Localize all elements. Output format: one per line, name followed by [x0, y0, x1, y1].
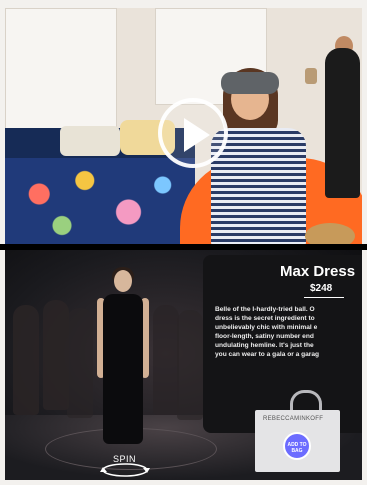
mannequin: [153, 305, 179, 415]
video-player[interactable]: [5, 8, 362, 244]
dress-model[interactable]: [93, 267, 153, 460]
bag-brand-label: REBECCAMINKOFF: [263, 416, 324, 422]
spin-icon[interactable]: [100, 462, 150, 478]
mannequin: [67, 308, 93, 418]
vr-shopping-scene: Max Dress $248 Belle of the I-hardly-tri…: [5, 250, 362, 480]
description-line: dress is the secret ingredient to: [215, 315, 315, 322]
mannequin: [43, 300, 69, 410]
description-line: Belle of the I-hardly-tried ball. O: [215, 306, 315, 313]
description-line: undulating hemline. It's just the: [215, 342, 314, 349]
store-shelf: [5, 8, 117, 130]
add-to-bag-button[interactable]: ADD TO BAG: [283, 432, 311, 460]
pillow: [60, 126, 120, 156]
mannequin: [13, 305, 39, 415]
product-info-panel: Max Dress $248 Belle of the I-hardly-tri…: [203, 255, 362, 433]
play-icon: [184, 118, 210, 152]
woven-bag: [305, 223, 355, 244]
app-screen: Max Dress $248 Belle of the I-hardly-tri…: [0, 0, 367, 485]
mannequin: [177, 310, 203, 420]
bystander: [325, 48, 360, 198]
description-line: floor-length, satiny number end: [215, 333, 314, 340]
product-title: Max Dress: [280, 263, 356, 280]
black-slip-dress: [103, 294, 143, 444]
price-underline: [304, 297, 344, 298]
vr-headset: [221, 72, 279, 94]
play-button[interactable]: [158, 98, 228, 168]
product-price: $248: [310, 283, 333, 294]
description-line: unbelievably chic with minimal e: [215, 324, 318, 331]
bedspread: [5, 158, 195, 244]
description-line: you can wear to a gala or a garag: [215, 351, 320, 358]
product-description: Belle of the I-hardly-tried ball. O dres…: [215, 305, 362, 359]
